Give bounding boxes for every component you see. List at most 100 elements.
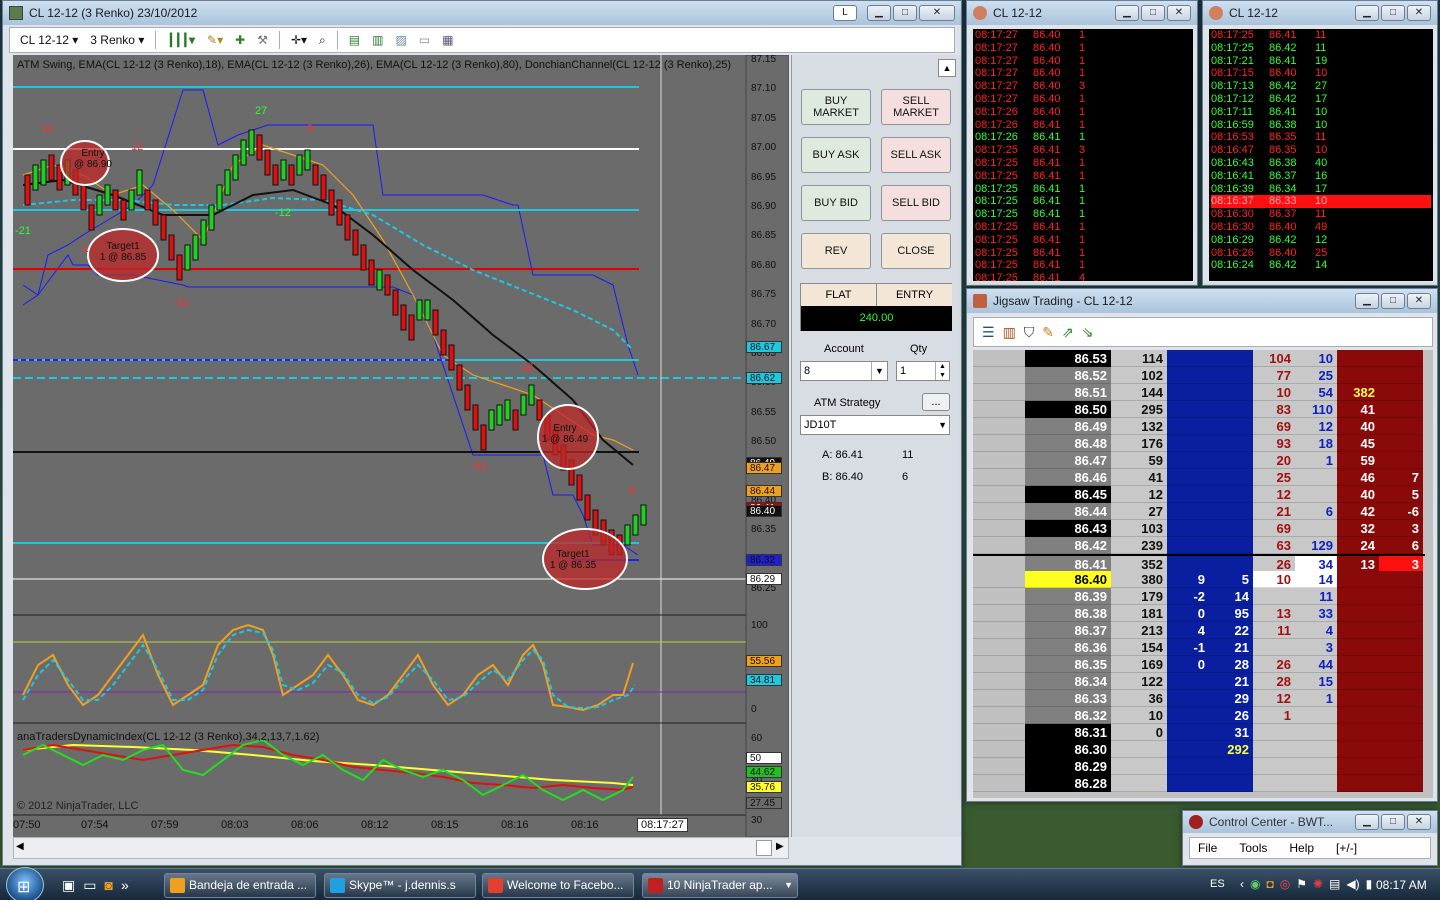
ladder-a1-cell[interactable]: 25 xyxy=(1253,469,1295,486)
crosshair-icon[interactable]: ✛▾ xyxy=(287,30,311,50)
ladder-s1-cell[interactable] xyxy=(1337,724,1379,741)
ladder-b1-cell[interactable] xyxy=(1167,486,1209,503)
ladder-vol-cell[interactable]: 132 xyxy=(1111,418,1167,435)
sell-bid-button[interactable]: SELL BID xyxy=(881,185,951,221)
ladder-s2-cell[interactable] xyxy=(1379,741,1423,758)
ladder-b1-cell[interactable]: 0 xyxy=(1167,656,1209,673)
collapse-panel-icon[interactable]: ▲ xyxy=(938,59,956,77)
chart-titlebar[interactable]: CL 12-12 (3 Renko) 23/10/2012 L ▁ □ ✕ xyxy=(3,1,961,25)
ladder-price-cell[interactable]: 86.43 xyxy=(1025,520,1111,537)
ladder-a1-cell[interactable]: 21 xyxy=(1253,503,1295,520)
ladder-row[interactable]: 86.38 181 0 95 13 33 xyxy=(973,605,1425,622)
ladder-row[interactable]: 86.47 59 20 1 59 xyxy=(973,452,1425,469)
close-icon[interactable]: ✕ xyxy=(919,5,955,21)
ladder-price-cell[interactable]: 86.35 xyxy=(1025,656,1111,673)
ladder-row[interactable]: 86.43 103 69 32 3 xyxy=(973,520,1425,537)
ladder-b2-cell[interactable] xyxy=(1209,401,1253,418)
chart-canvas[interactable]: ATM Swing, EMA(CL 12-12 (3 Renko),18), E… xyxy=(13,54,789,857)
ladder-s1-cell[interactable] xyxy=(1337,656,1379,673)
sell-market-button[interactable]: SELL MARKET xyxy=(881,89,951,125)
ladder-b2-cell[interactable] xyxy=(1209,775,1253,792)
ladder-b1-cell[interactable] xyxy=(1167,673,1209,690)
taskbar-item[interactable]: Skype™ - j.dennis.s xyxy=(324,873,476,898)
ladder-a2-cell[interactable]: 12 xyxy=(1295,418,1337,435)
ladder-a2-cell[interactable]: 10 xyxy=(1295,350,1337,367)
export-icon[interactable]: ⇗ xyxy=(1062,324,1074,341)
ladder-s2-cell[interactable] xyxy=(1379,350,1423,367)
account-select[interactable]: 8 ▼ xyxy=(800,361,888,381)
ladder-a1-cell[interactable]: 26 xyxy=(1253,656,1295,673)
tray-app-icon[interactable]: ⚑ xyxy=(1296,877,1307,891)
ladder-a1-cell[interactable]: 69 xyxy=(1253,520,1295,537)
scroll-left-icon[interactable]: ◀ xyxy=(16,841,24,852)
properties-icon[interactable]: ▦ xyxy=(438,30,457,50)
ladder-s2-cell[interactable] xyxy=(1379,452,1423,469)
ladder-a2-cell[interactable] xyxy=(1295,520,1337,537)
ladder-s1-cell[interactable]: 46 xyxy=(1337,469,1379,486)
zoom-icon[interactable]: ⌕ xyxy=(315,30,330,50)
ladder-a2-cell[interactable]: 1 xyxy=(1295,690,1337,707)
ladder-s2-cell[interactable]: -6 xyxy=(1379,503,1423,520)
ladder-price-cell[interactable]: 86.37 xyxy=(1025,622,1111,639)
close-icon[interactable]: ✕ xyxy=(1167,5,1191,21)
ladder-a2-cell[interactable]: 110 xyxy=(1295,401,1337,418)
ladder-s1-cell[interactable] xyxy=(1337,571,1379,588)
ladder-vol-cell[interactable] xyxy=(1111,758,1167,775)
ladder-row[interactable]: 86.36 154 -1 21 3 xyxy=(973,639,1425,656)
buy-ask-button[interactable]: BUY ASK xyxy=(801,137,871,173)
ladder-vol-cell[interactable]: 59 xyxy=(1111,452,1167,469)
ladder-b2-cell[interactable] xyxy=(1209,367,1253,384)
ladder-price-cell[interactable]: 86.30 xyxy=(1025,741,1111,758)
ladder-a1-cell[interactable]: 13 xyxy=(1253,605,1295,622)
ladder-s2-cell[interactable] xyxy=(1379,367,1423,384)
ladder-a2-cell[interactable] xyxy=(1295,758,1337,775)
dom-ladder[interactable]: 86.53 114 104 10 86.52 102 77 25 86.51 144 10 54 382… xyxy=(973,350,1433,798)
ladder-b2-cell[interactable]: 22 xyxy=(1209,622,1253,639)
ladder-a1-cell[interactable]: 20 xyxy=(1253,452,1295,469)
ladder-row[interactable]: 86.29 xyxy=(973,758,1425,775)
ladder-vol-cell[interactable] xyxy=(1111,775,1167,792)
ladder-vol-cell[interactable]: 102 xyxy=(1111,367,1167,384)
ladder-b1-cell[interactable] xyxy=(1167,537,1209,554)
ladder-price-cell[interactable]: 86.42 xyxy=(1025,537,1111,554)
close-position-button[interactable]: CLOSE xyxy=(881,233,951,269)
tray-app-icon[interactable]: ◘ xyxy=(1266,877,1273,891)
ladder-a1-cell[interactable]: 28 xyxy=(1253,673,1295,690)
ladder-row[interactable]: 86.42 239 63 129 24 6 xyxy=(973,537,1425,554)
ladder-vol-cell[interactable]: 295 xyxy=(1111,401,1167,418)
more-icon[interactable]: » xyxy=(121,877,129,894)
ladder-b1-cell[interactable] xyxy=(1167,384,1209,401)
buy-market-button[interactable]: BUY MARKET xyxy=(801,89,871,125)
ladder-b2-cell[interactable] xyxy=(1209,486,1253,503)
ladder-vol-cell[interactable]: 176 xyxy=(1111,435,1167,452)
ladder-s1-cell[interactable]: 382 xyxy=(1337,384,1379,401)
ladder-b1-cell[interactable] xyxy=(1167,435,1209,452)
ladder-a1-cell[interactable] xyxy=(1253,775,1295,792)
show-desktop-icon[interactable]: ▣ xyxy=(62,877,75,894)
ladder-vol-cell[interactable]: 213 xyxy=(1111,622,1167,639)
ladder-s2-cell[interactable] xyxy=(1379,690,1423,707)
ladder-b2-cell[interactable] xyxy=(1209,520,1253,537)
sell-ask-button[interactable]: SELL ASK xyxy=(881,137,951,173)
ladder-row[interactable]: 86.51 144 10 54 382 xyxy=(973,384,1425,401)
ladder-a2-cell[interactable] xyxy=(1295,707,1337,724)
ladder-a1-cell[interactable] xyxy=(1253,741,1295,758)
ladder-b2-cell[interactable]: 29 xyxy=(1209,690,1253,707)
ladder-a2-cell[interactable]: 6 xyxy=(1295,503,1337,520)
close-icon[interactable]: ✕ xyxy=(1407,814,1431,830)
ladder-a1-cell[interactable]: 11 xyxy=(1253,622,1295,639)
minimize-icon[interactable]: ▁ xyxy=(867,5,891,21)
ladder-s1-cell[interactable] xyxy=(1337,707,1379,724)
ladder-row[interactable]: 86.44 27 21 6 42 -6 xyxy=(973,503,1425,520)
ladder-a1-cell[interactable]: 63 xyxy=(1253,537,1295,554)
ladder-price-cell[interactable]: 86.36 xyxy=(1025,639,1111,656)
ladder-a1-cell[interactable] xyxy=(1253,588,1295,605)
ladder-s2-cell[interactable] xyxy=(1379,384,1423,401)
ladder-s2-cell[interactable] xyxy=(1379,724,1423,741)
ladder-s1-cell[interactable]: 59 xyxy=(1337,452,1379,469)
ladder-price-cell[interactable]: 86.38 xyxy=(1025,605,1111,622)
ladder-vol-cell[interactable]: 12 xyxy=(1111,486,1167,503)
chevron-down-icon[interactable]: ▼ xyxy=(938,416,947,434)
tray-app-icon[interactable]: ◎ xyxy=(1280,877,1290,891)
strategy-icon[interactable]: ⚒ xyxy=(253,30,272,50)
